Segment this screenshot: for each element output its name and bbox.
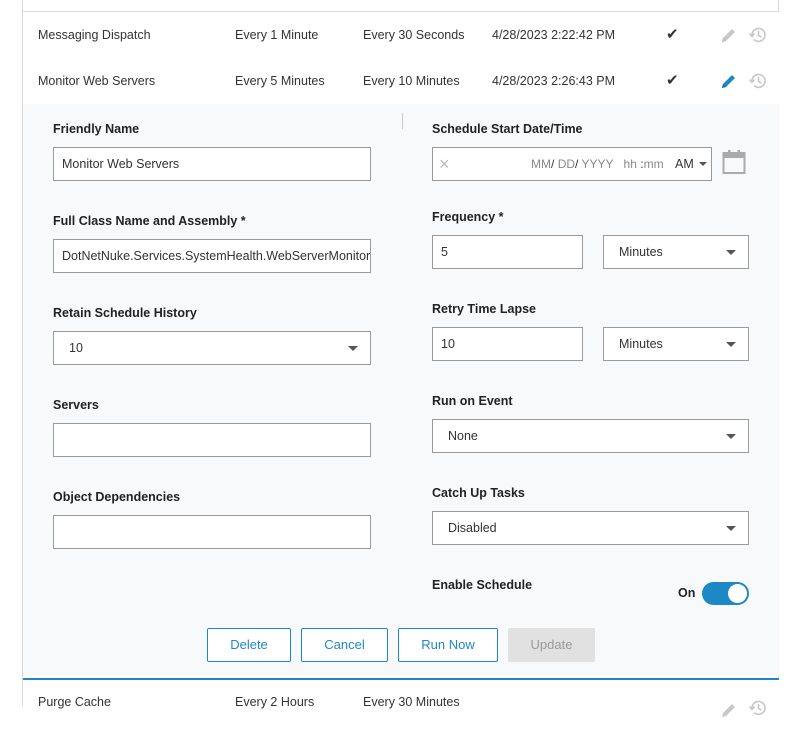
history-icon[interactable] <box>748 691 768 737</box>
chevron-down-icon <box>726 342 736 347</box>
enable-schedule-label: Enable Schedule <box>432 578 533 592</box>
chevron-down-icon <box>348 346 358 351</box>
object-dependencies-input[interactable] <box>53 515 371 549</box>
enable-schedule-toggle[interactable] <box>702 582 749 605</box>
class-name-label: Full Class Name and Assembly * <box>53 214 246 228</box>
date-mask: MM/ DD/ YYYY hh :mm <box>531 157 664 171</box>
task-next-start: 4/28/2023 2:22:42 PM <box>492 28 616 42</box>
catch-up-select[interactable]: Disabled <box>432 511 749 545</box>
history-icon[interactable] <box>748 71 768 91</box>
retain-history-label: Retain Schedule History <box>53 306 197 320</box>
pencil-icon[interactable] <box>720 72 738 90</box>
task-frequency: Every 5 Minutes <box>235 74 325 88</box>
pencil-icon[interactable] <box>720 26 738 44</box>
task-name: Monitor Web Servers <box>38 74 156 88</box>
task-retry: Every 30 Minutes <box>363 695 460 709</box>
task-retry: Every 30 Seconds <box>363 28 465 42</box>
frequency-input[interactable]: 5 <box>432 235 583 269</box>
check-icon: ✔ <box>666 26 679 43</box>
retry-lapse-unit-select[interactable]: Minutes <box>603 327 749 361</box>
retry-lapse-unit-value: Minutes <box>619 337 663 351</box>
check-icon: ✔ <box>666 72 679 89</box>
table-row[interactable]: Monitor Web Servers Every 5 Minutes Ever… <box>23 58 779 104</box>
chevron-down-icon <box>726 434 736 439</box>
retry-lapse-input[interactable]: 10 <box>432 327 583 361</box>
catch-up-label: Catch Up Tasks <box>432 486 525 500</box>
retry-lapse-label: Retry Time Lapse <box>432 302 536 316</box>
object-dependencies-label: Object Dependencies <box>53 490 181 504</box>
task-next-start: 4/28/2023 2:26:43 PM <box>492 74 616 88</box>
chevron-down-icon <box>699 162 707 166</box>
edit-panel <box>23 104 779 676</box>
run-on-event-value: None <box>448 429 478 443</box>
retain-history-value: 10 <box>69 341 83 355</box>
catch-up-value: Disabled <box>448 521 497 535</box>
chevron-down-icon <box>726 250 736 255</box>
toggle-state-label: On <box>678 586 696 600</box>
friendly-name-input[interactable]: Monitor Web Servers <box>53 147 371 181</box>
update-button[interactable]: Update <box>508 628 595 662</box>
frequency-unit-value: Minutes <box>619 245 663 259</box>
task-name: Purge Cache <box>38 695 111 709</box>
column-divider <box>402 113 403 129</box>
task-retry: Every 10 Minutes <box>363 74 460 88</box>
run-on-event-select[interactable]: None <box>432 419 749 453</box>
history-icon[interactable] <box>748 25 768 45</box>
frequency-label: Frequency * <box>432 210 504 224</box>
task-frequency: Every 2 Hours <box>235 695 315 709</box>
schedule-start-label: Schedule Start Date/Time <box>432 122 583 136</box>
cancel-button[interactable]: Cancel <box>301 628 388 662</box>
frequency-unit-select[interactable]: Minutes <box>603 235 749 269</box>
task-frequency: Every 1 Minute <box>235 28 319 42</box>
class-name-input[interactable]: DotNetNuke.Services.SystemHealth.WebServ… <box>53 239 371 273</box>
servers-label: Servers <box>53 398 99 412</box>
table-row[interactable]: Messaging Dispatch Every 1 Minute Every … <box>23 11 779 60</box>
chevron-down-icon <box>726 526 736 531</box>
servers-input[interactable] <box>53 423 371 457</box>
retain-history-select[interactable]: 10 <box>53 331 371 365</box>
pencil-icon[interactable] <box>720 692 738 738</box>
run-on-event-label: Run on Event <box>432 394 513 408</box>
calendar-icon[interactable] <box>722 149 746 180</box>
table-row[interactable]: Purge Cache Every 2 Hours Every 30 Minut… <box>23 678 779 717</box>
ampm-select[interactable]: AM <box>675 148 694 180</box>
toggle-knob <box>728 584 747 603</box>
friendly-name-label: Friendly Name <box>53 122 140 136</box>
delete-button[interactable]: Delete <box>207 628 291 662</box>
task-name: Messaging Dispatch <box>38 28 151 42</box>
run-now-button[interactable]: Run Now <box>398 628 498 662</box>
schedule-start-picker[interactable]: × MM/ DD/ YYYY hh :mm AM <box>432 147 712 181</box>
clear-icon[interactable]: × <box>439 148 450 180</box>
